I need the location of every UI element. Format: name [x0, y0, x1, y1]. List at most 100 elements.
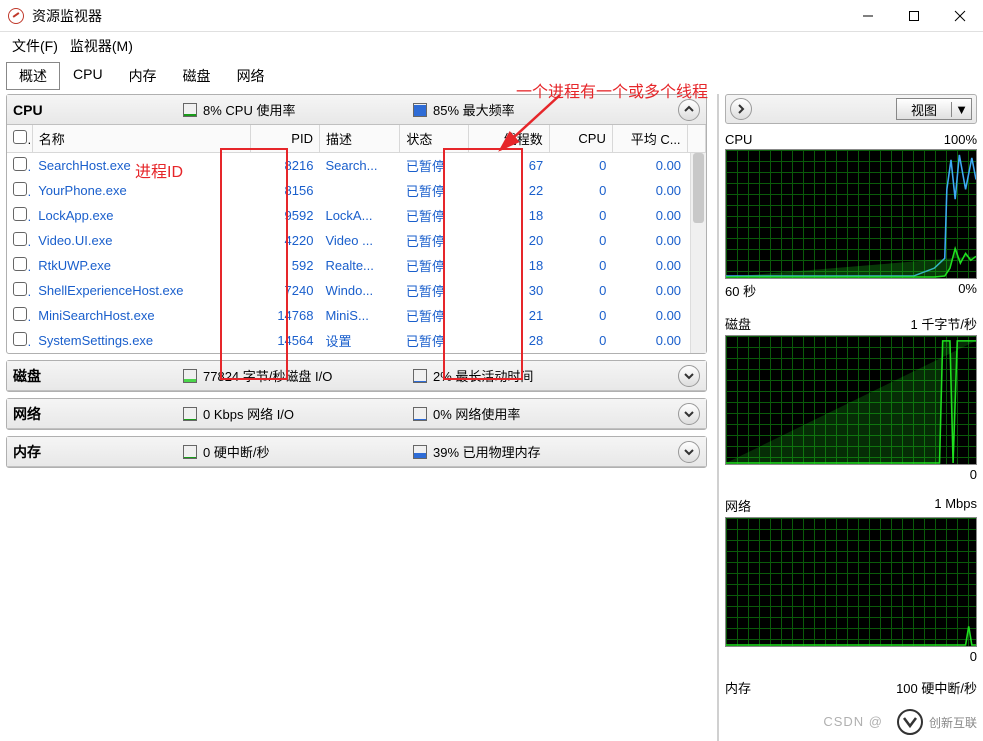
cell-cpu: 0: [549, 228, 612, 253]
cell-name: RtkUWP.exe: [32, 253, 250, 278]
app-icon: [8, 8, 24, 24]
col-status[interactable]: 状态: [400, 125, 469, 153]
net-use-icon: [413, 407, 427, 421]
cell-avg: 0.00: [612, 328, 687, 353]
process-table: 名称 PID 描述 状态 线程数 CPU 平均 C... SearchHost.…: [7, 125, 706, 353]
table-row[interactable]: RtkUWP.exe 592 Realte... 已暂停 18 0 0.00: [7, 253, 706, 278]
window-controls: [845, 0, 983, 32]
col-desc[interactable]: 描述: [319, 125, 399, 153]
graph-net-top: 1 Mbps: [934, 496, 977, 515]
brand-label: 创新互联: [929, 714, 977, 731]
cell-status: 已暂停: [400, 303, 469, 328]
maximize-button[interactable]: [891, 0, 937, 32]
row-checkbox[interactable]: [7, 228, 32, 253]
menu-file[interactable]: 文件(F): [12, 36, 58, 56]
cell-status: 已暂停: [400, 278, 469, 303]
disk-collapse-button[interactable]: [678, 365, 700, 387]
col-pid[interactable]: PID: [251, 125, 320, 153]
cell-threads: 67: [469, 153, 549, 179]
process-table-wrap: 名称 PID 描述 状态 线程数 CPU 平均 C... SearchHost.…: [7, 125, 706, 353]
disk-section-header[interactable]: 磁盘 77824 字节/秒磁盘 I/O 2% 最长活动时间: [7, 361, 706, 391]
cell-status: 已暂停: [400, 203, 469, 228]
mem-hard-icon: [183, 445, 197, 459]
tab-overview[interactable]: 概述: [6, 62, 60, 90]
memory-section-header[interactable]: 内存 0 硬中断/秒 39% 已用物理内存: [7, 437, 706, 467]
cell-avg: 0.00: [612, 278, 687, 303]
graph-cpu-canvas: [725, 149, 977, 279]
network-section-title: 网络: [13, 404, 183, 424]
cell-desc: [319, 178, 399, 203]
graph-disk-br: 0: [970, 467, 977, 482]
cell-threads: 20: [469, 228, 549, 253]
graph-cpu: CPU100% 60 秒0%: [725, 130, 977, 302]
tab-cpu[interactable]: CPU: [60, 62, 116, 90]
cell-pid: 7240: [251, 278, 320, 303]
annotation-pid-note: 进程ID: [135, 158, 183, 182]
net-io-label: 0 Kbps 网络 I/O: [203, 404, 294, 423]
network-section-header[interactable]: 网络 0 Kbps 网络 I/O 0% 网络使用率: [7, 399, 706, 429]
cell-cpu: 0: [549, 203, 612, 228]
table-scrollbar[interactable]: [690, 153, 706, 353]
row-checkbox[interactable]: [7, 278, 32, 303]
cell-status: 已暂停: [400, 228, 469, 253]
cell-desc: Realte...: [319, 253, 399, 278]
cell-status: 已暂停: [400, 178, 469, 203]
table-row[interactable]: SearchHost.exe 8216 Search... 已暂停 67 0 0…: [7, 153, 706, 179]
row-checkbox[interactable]: [7, 203, 32, 228]
col-checkbox[interactable]: [7, 125, 32, 153]
cell-cpu: 0: [549, 278, 612, 303]
col-cpu[interactable]: CPU: [549, 125, 612, 153]
tab-bar: 概述 CPU 内存 磁盘 网络: [0, 62, 983, 90]
table-row[interactable]: LockApp.exe 9592 LockA... 已暂停 18 0 0.00: [7, 203, 706, 228]
memory-section: 内存 0 硬中断/秒 39% 已用物理内存: [6, 436, 707, 468]
row-checkbox[interactable]: [7, 328, 32, 353]
network-collapse-button[interactable]: [678, 403, 700, 425]
cell-status: 已暂停: [400, 153, 469, 179]
row-checkbox[interactable]: [7, 253, 32, 278]
menu-bar: 文件(F) 监视器(M): [0, 32, 983, 60]
cell-pid: 14564: [251, 328, 320, 353]
graph-memory: 内存100 硬中断/秒: [725, 676, 977, 699]
col-threads[interactable]: 线程数: [469, 125, 549, 153]
cell-cpu: 0: [549, 253, 612, 278]
csdn-watermark: CSDN @: [823, 714, 883, 729]
view-dropdown-icon[interactable]: ▼: [951, 102, 971, 117]
col-name[interactable]: 名称: [32, 125, 250, 153]
table-row[interactable]: Video.UI.exe 4220 Video ... 已暂停 20 0 0.0…: [7, 228, 706, 253]
cell-threads: 18: [469, 253, 549, 278]
mem-hard-label: 0 硬中断/秒: [203, 442, 269, 461]
table-row[interactable]: MiniSearchHost.exe 14768 MiniS... 已暂停 21…: [7, 303, 706, 328]
table-row[interactable]: SystemSettings.exe 14564 设置 已暂停 28 0 0.0…: [7, 328, 706, 353]
cell-pid: 8156: [251, 178, 320, 203]
table-row[interactable]: YourPhone.exe 8156 已暂停 22 0 0.00: [7, 178, 706, 203]
cell-desc: Windo...: [319, 278, 399, 303]
view-button[interactable]: 视图 ▼: [896, 98, 972, 120]
col-avg[interactable]: 平均 C...: [612, 125, 687, 153]
cell-threads: 18: [469, 203, 549, 228]
brand-icon: [897, 709, 923, 735]
cell-pid: 592: [251, 253, 320, 278]
graph-cpu-title: CPU: [725, 132, 752, 147]
tab-disk[interactable]: 磁盘: [170, 62, 224, 90]
tab-network[interactable]: 网络: [224, 62, 278, 90]
cell-pid: 8216: [251, 153, 320, 179]
view-label: 视图: [897, 100, 951, 119]
table-row[interactable]: ShellExperienceHost.exe 7240 Windo... 已暂…: [7, 278, 706, 303]
minimize-button[interactable]: [845, 0, 891, 32]
disk-io-label: 77824 字节/秒磁盘 I/O: [203, 366, 332, 385]
table-header-row: 名称 PID 描述 状态 线程数 CPU 平均 C...: [7, 125, 706, 153]
disk-io-icon: [183, 369, 197, 383]
cell-name: Video.UI.exe: [32, 228, 250, 253]
memory-collapse-button[interactable]: [678, 441, 700, 463]
sidebar-collapse-button[interactable]: [730, 98, 752, 120]
tab-memory[interactable]: 内存: [116, 62, 170, 90]
cell-avg: 0.00: [612, 203, 687, 228]
cell-threads: 28: [469, 328, 549, 353]
close-button[interactable]: [937, 0, 983, 32]
disk-act-icon: [413, 369, 427, 383]
row-checkbox[interactable]: [7, 178, 32, 203]
title-bar: 资源监视器: [0, 0, 983, 32]
row-checkbox[interactable]: [7, 153, 32, 179]
menu-monitor[interactable]: 监视器(M): [70, 36, 133, 56]
row-checkbox[interactable]: [7, 303, 32, 328]
